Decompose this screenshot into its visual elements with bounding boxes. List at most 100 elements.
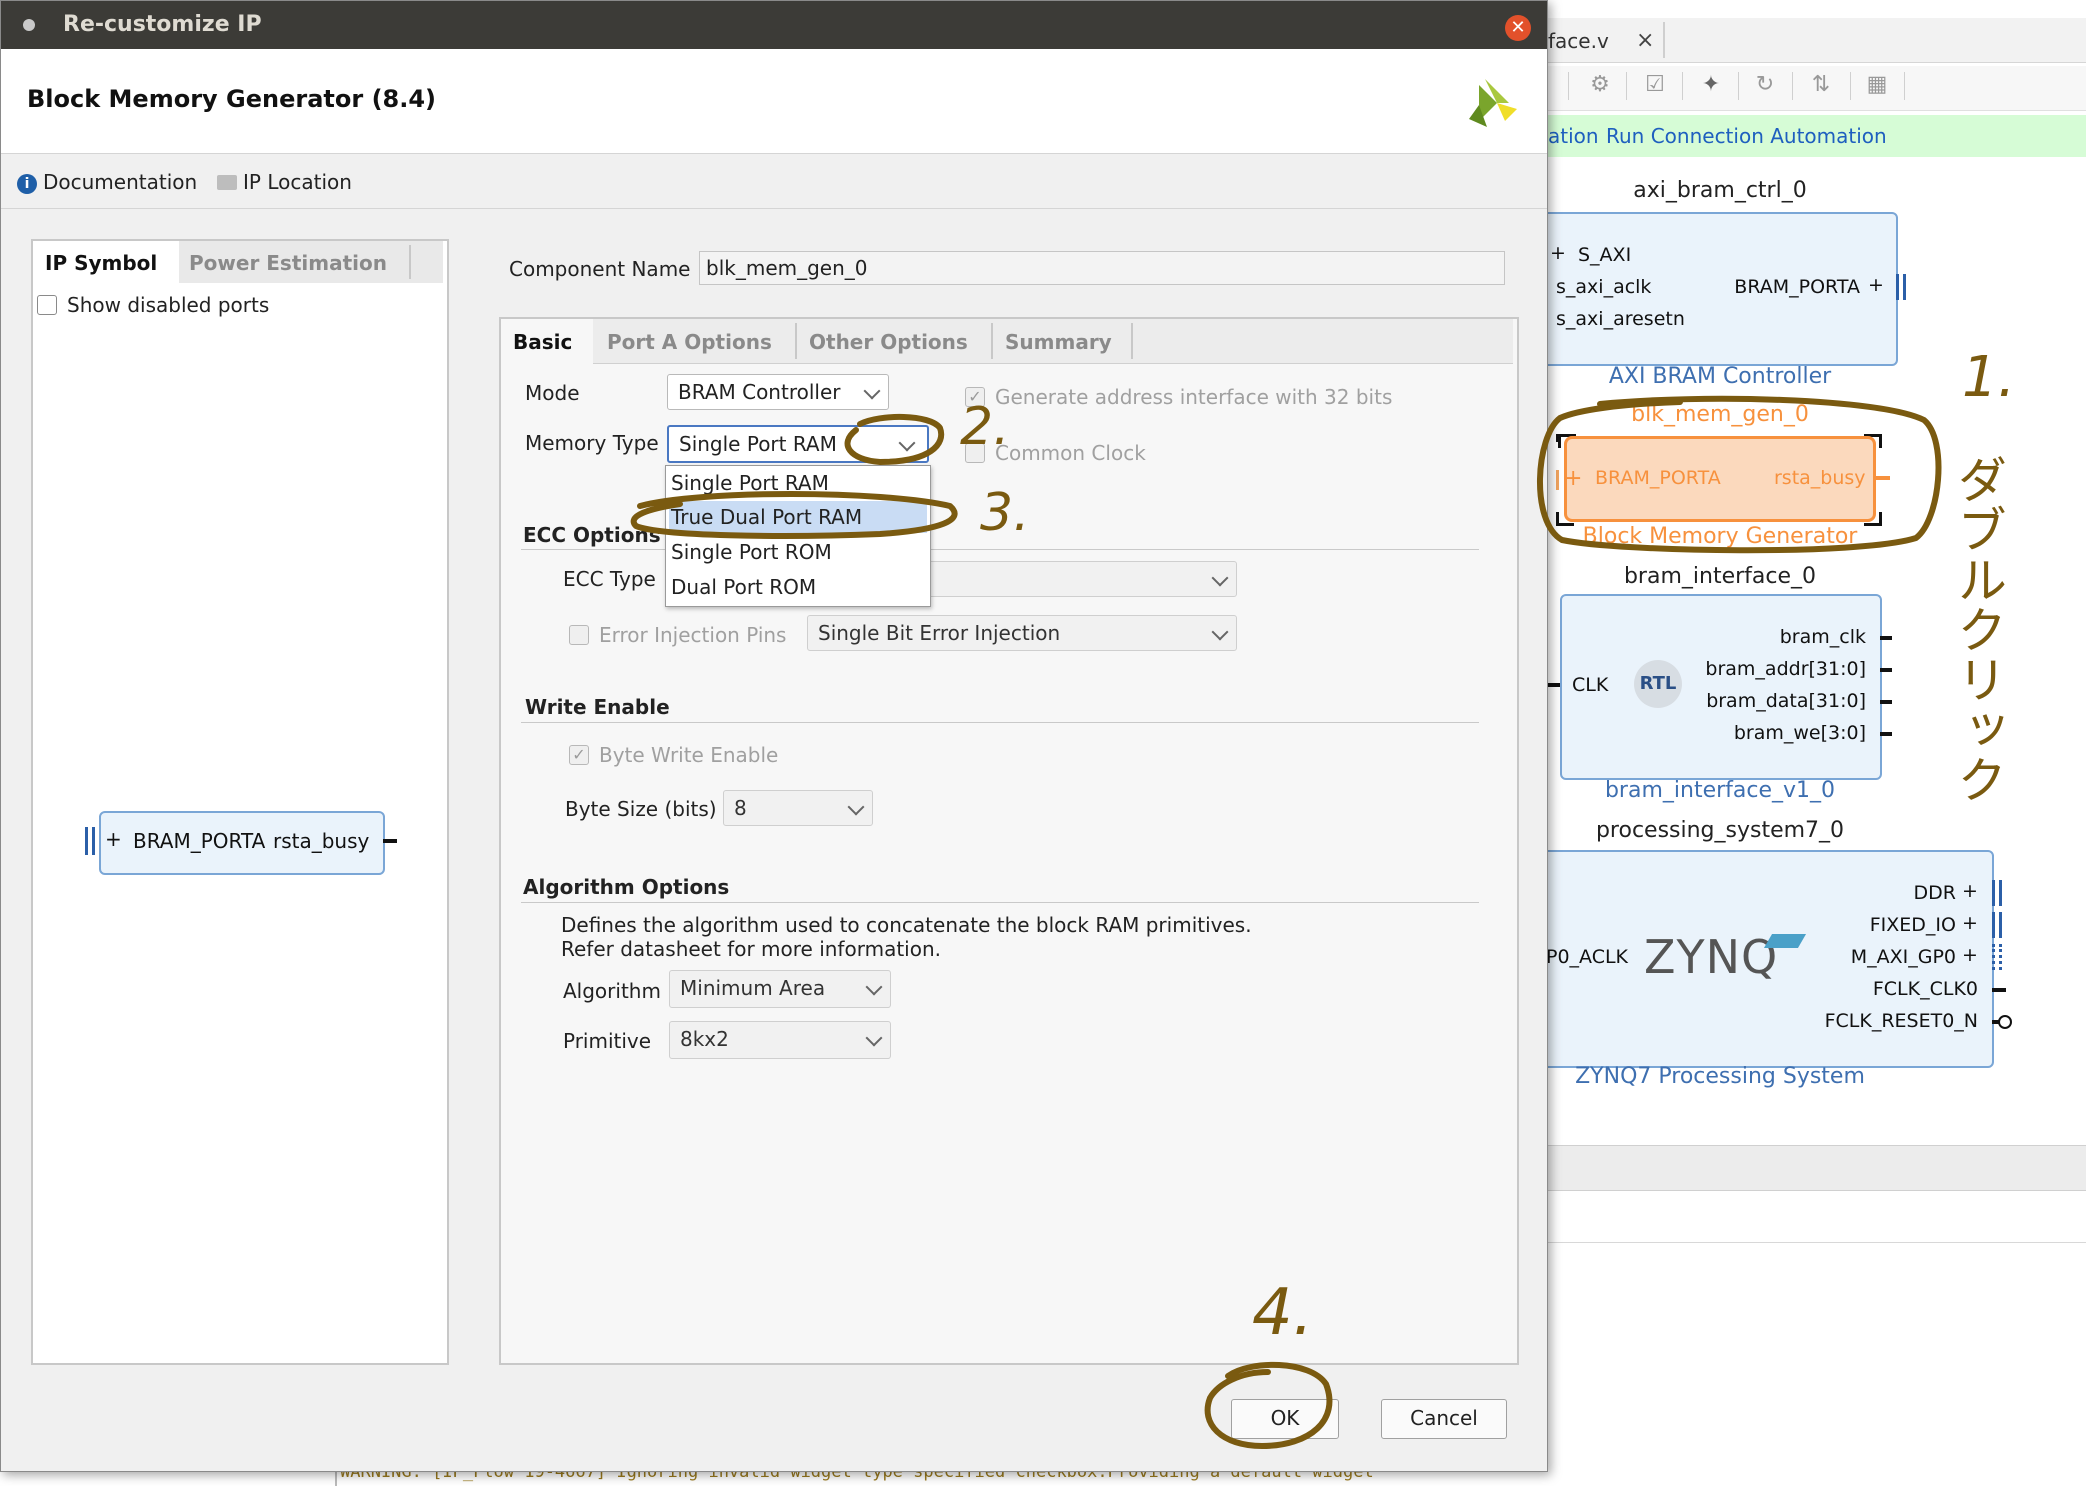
error-injection-select[interactable]: Single Bit Error Injection	[807, 615, 1237, 651]
tab-divider	[795, 323, 797, 359]
bus-pin	[85, 827, 95, 855]
check-box-icon[interactable]: ☑	[1640, 70, 1670, 100]
folder-icon	[217, 175, 237, 190]
algorithm-value: Minimum Area	[680, 976, 826, 1000]
expand-plus-icon[interactable]: +	[1550, 242, 1566, 264]
tab-divider	[991, 323, 993, 359]
option-single-port-rom[interactable]: Single Port ROM	[669, 536, 927, 568]
common-clock-label: Common Clock	[995, 441, 1146, 465]
expand-plus-icon[interactable]: +	[105, 827, 122, 851]
port-bram-data: bram_data[31:0]	[1706, 690, 1866, 712]
window-menu-icon[interactable]	[23, 19, 35, 31]
documentation-link[interactable]: i Documentation	[17, 169, 197, 195]
ok-button[interactable]: OK	[1231, 1399, 1339, 1439]
tab-basic[interactable]: Basic	[513, 321, 572, 363]
port-ddr: DDR	[1913, 882, 1956, 904]
bram-if-instance-name: bram_interface_0	[1623, 564, 1817, 589]
port-bram-we: bram_we[3:0]	[1733, 722, 1866, 744]
component-name-input[interactable]: blk_mem_gen_0	[699, 251, 1505, 285]
pin	[1880, 700, 1892, 704]
tab-summary[interactable]: Summary	[1005, 321, 1112, 363]
primitive-value: 8kx2	[680, 1027, 729, 1051]
port-fixed-io: FIXED_IO	[1869, 914, 1956, 936]
common-clock-checkbox[interactable]	[965, 443, 985, 463]
port-clk: CLK	[1572, 674, 1609, 696]
documentation-label: Documentation	[43, 170, 198, 194]
inverted-pin	[1998, 1015, 2012, 1029]
bram-if-block-type: bram_interface_v1_0	[1604, 778, 1836, 803]
algorithm-label: Algorithm	[563, 979, 661, 1003]
pin	[1880, 668, 1892, 672]
algorithm-select[interactable]: Minimum Area	[669, 970, 891, 1008]
pin	[1880, 636, 1892, 640]
options-panel	[499, 317, 1519, 1365]
algorithm-description-1: Defines the algorithm used to concatenat…	[561, 913, 1252, 937]
tab-ip-symbol[interactable]: IP Symbol	[45, 243, 157, 283]
show-disabled-ports-label: Show disabled ports	[67, 293, 270, 317]
toolbar-separator	[1792, 72, 1793, 100]
close-icon[interactable]: ×	[1636, 22, 1654, 60]
info-icon: i	[17, 174, 37, 194]
tab-power-estimation[interactable]: Power Estimation	[189, 243, 387, 283]
option-single-port-ram[interactable]: Single Port RAM	[669, 467, 927, 499]
show-disabled-ports-checkbox[interactable]	[37, 295, 57, 315]
tab-port-a-options[interactable]: Port A Options	[607, 321, 772, 363]
chevron-down-icon	[865, 978, 883, 996]
zynq-block-type: ZYNQ7 Processing System	[1575, 1064, 1865, 1089]
vivado-logo-icon	[1469, 79, 1517, 127]
chevron-down-icon	[1211, 623, 1229, 641]
port-s-axi: S_AXI	[1578, 244, 1632, 266]
editor-tab-label[interactable]: face.v	[1548, 22, 1609, 60]
refresh-icon[interactable]: ↻	[1750, 70, 1780, 100]
primitive-select[interactable]: 8kx2	[669, 1021, 891, 1059]
option-dual-port-rom[interactable]: Dual Port ROM	[669, 571, 927, 603]
bus-pin	[1992, 880, 2002, 906]
memory-type-value: Single Port RAM	[679, 432, 837, 456]
mode-select[interactable]: BRAM Controller	[667, 374, 889, 410]
bus-pin	[1992, 912, 2002, 938]
mode-label: Mode	[525, 381, 580, 405]
pin-icon[interactable]: ✦	[1696, 70, 1726, 100]
ip-location-link[interactable]: IP Location	[217, 169, 352, 195]
symbol-port-bram-porta: BRAM_PORTA	[133, 829, 266, 853]
blk-mem-block-type: Block Memory Generator	[1582, 524, 1858, 549]
close-icon[interactable]: ✕	[1505, 15, 1531, 41]
chevron-down-icon	[898, 434, 916, 452]
option-true-dual-port-ram[interactable]: True Dual Port RAM	[669, 501, 927, 533]
toolbar-separator	[1568, 72, 1569, 100]
wrench-icon[interactable]: ⚙	[1585, 70, 1615, 100]
algorithm-options-heading: Algorithm Options	[523, 875, 730, 899]
run-block-automation-link[interactable]: ation	[1548, 118, 1599, 154]
primitive-label: Primitive	[563, 1029, 652, 1053]
regenerate-layout-icon[interactable]: ⇅	[1806, 70, 1836, 100]
expand-plus-icon[interactable]: +	[1962, 912, 1978, 934]
console-divider	[1545, 1242, 2086, 1243]
validate-icon[interactable]: ▦	[1862, 70, 1892, 100]
tab-divider	[1131, 323, 1133, 359]
tab-other-options[interactable]: Other Options	[809, 321, 968, 363]
re-customize-ip-dialog: Re-customize IP ✕ Block Memory Generator…	[0, 0, 1548, 1472]
run-connection-automation-link[interactable]: Run Connection Automation	[1606, 118, 1887, 154]
editor-tab-bar	[1545, 18, 2086, 63]
gen-addr-checkbox[interactable]: ✓	[965, 387, 985, 407]
expand-plus-icon[interactable]: +	[1564, 466, 1582, 491]
memory-type-select[interactable]: Single Port RAM	[667, 425, 929, 463]
expand-plus-icon[interactable]: +	[1868, 274, 1884, 296]
byte-size-select[interactable]: 8	[723, 790, 873, 826]
port-m-axi-gp0-aclk: P0_ACLK	[1546, 946, 1629, 968]
error-injection-checkbox[interactable]	[569, 625, 589, 645]
expand-plus-icon[interactable]: +	[1962, 944, 1978, 966]
pin	[1992, 988, 2006, 992]
byte-size-value: 8	[734, 796, 747, 820]
byte-write-enable-checkbox[interactable]: ✓	[569, 745, 589, 765]
tab-divider	[409, 245, 411, 279]
port-bram-porta: BRAM_PORTA	[1595, 467, 1721, 489]
tcl-console-header	[1545, 1145, 2086, 1191]
error-injection-label: Error Injection Pins	[599, 623, 787, 647]
component-name-label: Component Name	[509, 257, 691, 281]
cancel-button[interactable]: Cancel	[1381, 1399, 1507, 1439]
toolbar-separator	[1626, 72, 1627, 100]
port-fclk-clk0: FCLK_CLK0	[1872, 978, 1978, 1000]
bus-pin	[1992, 944, 2002, 970]
expand-plus-icon[interactable]: +	[1962, 880, 1978, 902]
